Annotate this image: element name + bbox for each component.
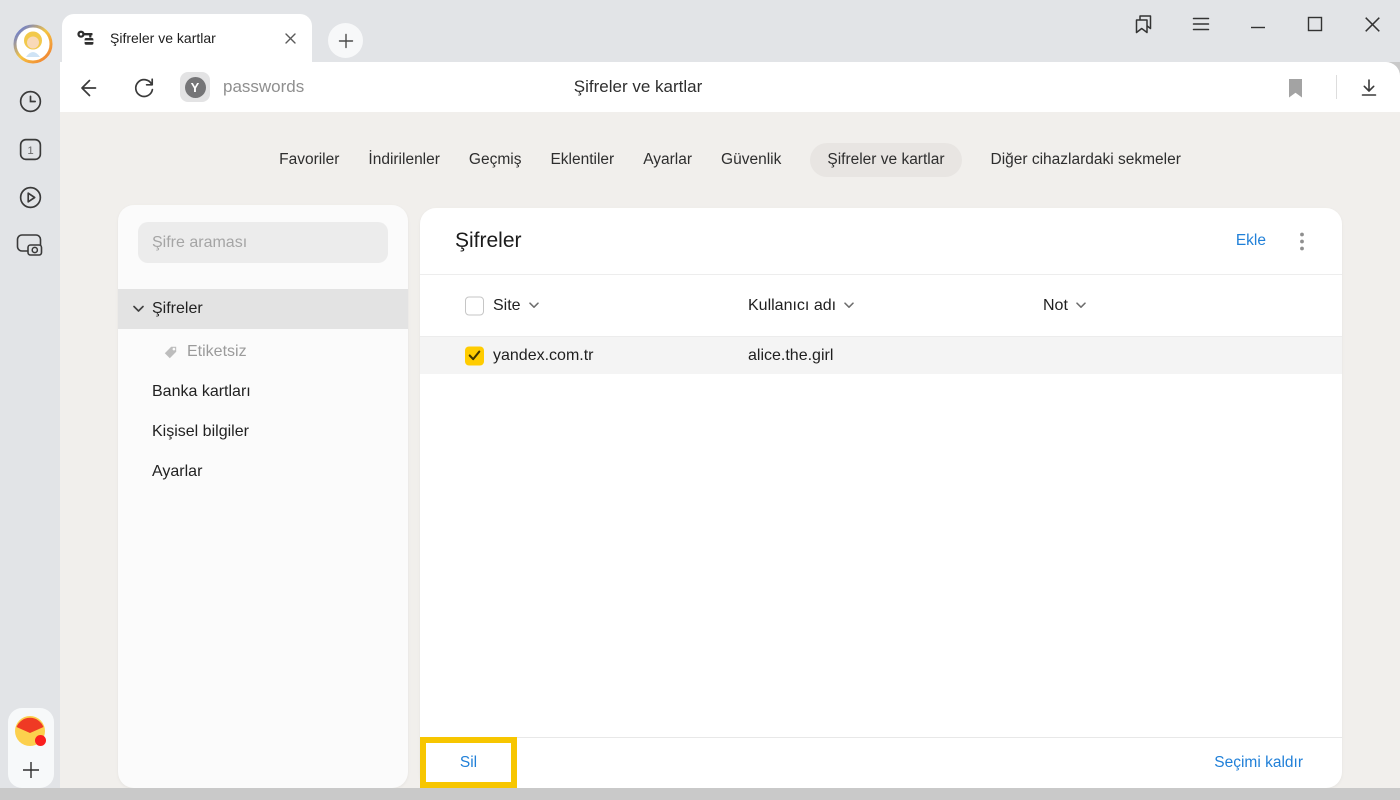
sort-chevron-icon (1076, 302, 1086, 309)
left-rail: 1 (0, 0, 60, 788)
back-icon[interactable] (75, 75, 101, 101)
site-favicon-badge: Y (180, 72, 210, 102)
row-checkbox-checked[interactable] (465, 346, 484, 365)
sidebar-tree: Şifreler Etiketsiz Banka kartları Kişise… (118, 289, 408, 492)
browser-window: 1 (0, 0, 1400, 800)
passwords-sidebar: Şifreler Etiketsiz Banka kartları Kişise… (118, 205, 408, 788)
yandex-logo[interactable] (13, 714, 49, 750)
nav-tab-ayarlar[interactable]: Ayarlar (643, 151, 692, 169)
sort-chevron-icon (844, 302, 854, 309)
sidebar-item-label: Şifreler (152, 300, 203, 318)
bookmark-icon[interactable] (1282, 75, 1308, 101)
sidebar-item-etiketsiz[interactable]: Etiketsiz (118, 332, 408, 372)
column-note-label: Not (1043, 297, 1068, 315)
tab-strip: Şifreler ve kartlar (60, 0, 1400, 62)
history-icon[interactable] (15, 86, 45, 116)
panel-header: Şifreler Ekle (420, 208, 1342, 275)
chevron-down-icon (133, 305, 144, 313)
avatar[interactable] (13, 24, 53, 64)
sidebar-item-label: Kişisel bilgiler (152, 423, 249, 441)
panel-title: Şifreler (455, 229, 522, 253)
password-row[interactable]: yandex.com.tr alice.the.girl (420, 337, 1342, 374)
clear-selection-button[interactable]: Seçimi kaldır (1214, 754, 1303, 772)
rail-bottom-dock (8, 708, 54, 788)
nav-tab-favoriler[interactable]: Favoriler (279, 151, 339, 169)
select-all-checkbox[interactable] (465, 296, 484, 315)
tab-title: Şifreler ve kartlar (110, 30, 280, 46)
passwords-key-icon (76, 29, 94, 47)
add-password-button[interactable]: Ekle (1236, 232, 1266, 250)
column-site[interactable]: Site (493, 297, 539, 315)
page-content: Favoriler İndirilenler Geçmiş Eklentiler… (60, 112, 1400, 788)
url-text[interactable]: passwords (223, 62, 304, 112)
collections-icon[interactable] (1132, 12, 1156, 36)
address-bar: Y passwords Şifreler ve kartlar (60, 62, 1400, 112)
minimize-button[interactable] (1246, 12, 1270, 36)
sidebar-item-label: Ayarlar (152, 463, 202, 481)
page-title: Şifreler ve kartlar (574, 62, 702, 112)
toolbar-divider (1336, 75, 1337, 99)
video-icon[interactable] (15, 182, 45, 212)
avatar-art (13, 24, 53, 64)
row-username: alice.the.girl (748, 347, 833, 365)
settings-nav: Favoriler İndirilenler Geçmiş Eklentiler… (60, 141, 1400, 179)
browser-tab-passwords[interactable]: Şifreler ve kartlar (62, 14, 312, 62)
column-note[interactable]: Not (1043, 297, 1086, 315)
screenshot-icon[interactable] (15, 230, 45, 260)
menu-icon[interactable] (1189, 12, 1213, 36)
column-username[interactable]: Kullanıcı adı (748, 297, 854, 315)
rail-add-button[interactable] (19, 758, 43, 782)
nav-tab-diger-cihazlar[interactable]: Diğer cihazlardaki sekmeler (991, 151, 1181, 169)
sidebar-item-banka-kartlari[interactable]: Banka kartları (118, 372, 408, 412)
nav-tab-indirilenler[interactable]: İndirilenler (368, 151, 440, 169)
tab-close-icon[interactable] (280, 28, 300, 48)
maximize-button[interactable] (1303, 12, 1327, 36)
yandex-favicon: Y (185, 77, 206, 98)
sidebar-item-label: Banka kartları (152, 383, 251, 401)
panel-footer: Sil Seçimi kaldır (420, 737, 1342, 788)
passwords-panel: Şifreler Ekle Site Kullanıcı adı (420, 208, 1342, 788)
password-search-input[interactable] (152, 234, 374, 252)
sort-chevron-icon (529, 302, 539, 309)
row-site: yandex.com.tr (493, 347, 593, 365)
tag-icon (163, 345, 178, 360)
table-header: Site Kullanıcı adı Not (420, 275, 1342, 337)
tab-count-icon[interactable]: 1 (15, 134, 45, 164)
sidebar-item-label: Etiketsiz (187, 343, 247, 361)
nav-tab-guvenlik[interactable]: Güvenlik (721, 151, 781, 169)
checkmark-icon (467, 349, 482, 363)
download-icon[interactable] (1356, 75, 1382, 101)
sidebar-item-kisisel-bilgiler[interactable]: Kişisel bilgiler (118, 412, 408, 452)
nav-tab-sifreler-ve-kartlar[interactable]: Şifreler ve kartlar (810, 143, 961, 177)
nav-tab-eklentiler[interactable]: Eklentiler (550, 151, 614, 169)
more-options-icon[interactable] (1294, 231, 1310, 251)
window-controls (1132, 0, 1384, 48)
column-username-label: Kullanıcı adı (748, 297, 836, 315)
sidebar-item-sifreler[interactable]: Şifreler (118, 289, 408, 329)
nav-tab-gecmis[interactable]: Geçmiş (469, 151, 522, 169)
tab-count-value: 1 (27, 144, 33, 156)
close-button[interactable] (1360, 12, 1384, 36)
column-site-label: Site (493, 297, 521, 315)
delete-button[interactable]: Sil (460, 754, 477, 771)
new-tab-button[interactable] (328, 23, 363, 58)
password-search-box[interactable] (138, 222, 388, 263)
sidebar-item-ayarlar[interactable]: Ayarlar (118, 452, 408, 492)
refresh-icon[interactable] (131, 75, 157, 101)
window-bottom-edge (0, 788, 1400, 800)
